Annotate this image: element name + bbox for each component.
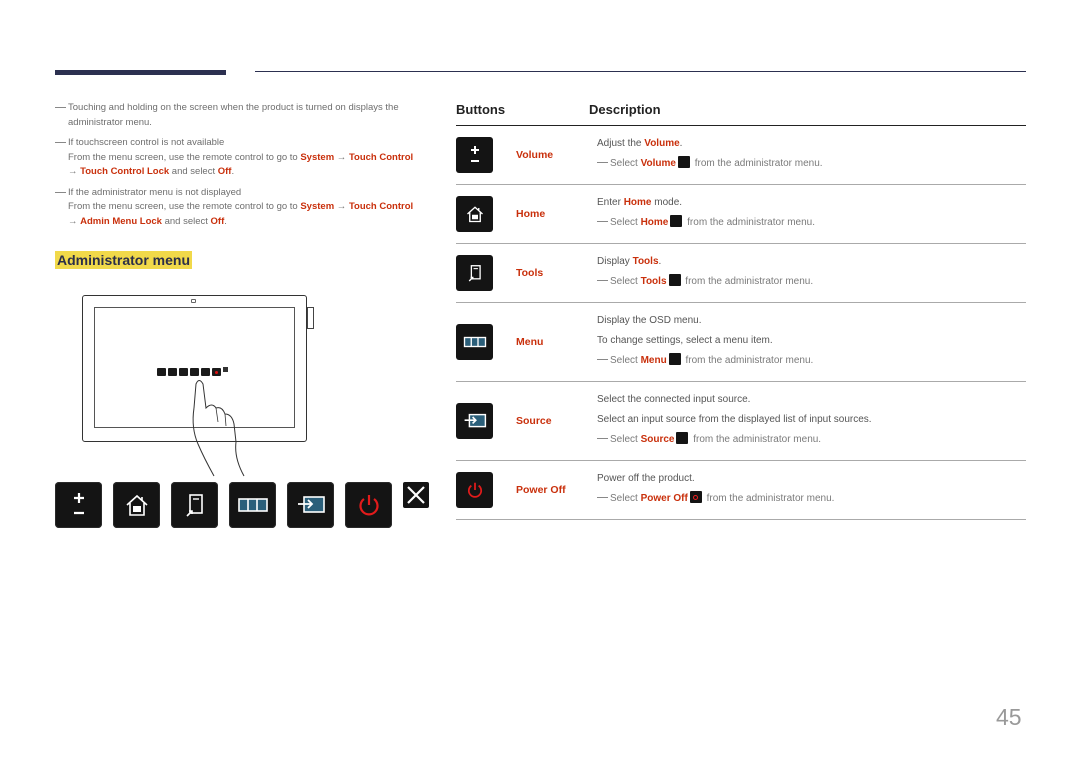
button-name: Menu (516, 336, 544, 348)
mini-tools-icon (179, 368, 188, 376)
note-dash (55, 191, 66, 193)
button-description: Enter Home mode. Select Home from the ad… (597, 197, 815, 228)
button-name: Home (516, 208, 546, 220)
hand-pointer-icon (192, 380, 245, 477)
mini-admin-menu (157, 367, 228, 376)
table-row: Volume Adjust the Volume. Select Volume … (456, 126, 1026, 185)
source-icon (456, 403, 493, 439)
section-title: Administrator menu (55, 251, 193, 269)
table-header: Buttons Description (456, 100, 1026, 126)
note-detail: From the menu screen, use the remote con… (68, 201, 414, 227)
tools-icon (456, 255, 493, 291)
menu-button[interactable] (229, 482, 276, 528)
button-description: Select the connected input source. Selec… (597, 394, 872, 445)
power-off-icon (456, 472, 493, 508)
menu-icon (456, 324, 493, 360)
table-row: Menu Display the OSD menu. To change set… (456, 303, 1026, 382)
table-row: Tools Display Tools. Select Tools from t… (456, 244, 1026, 303)
button-name: Volume (516, 149, 554, 161)
admin-menu-buttons (55, 482, 429, 528)
button-name: Source (516, 415, 552, 427)
power-off-button[interactable] (345, 482, 392, 528)
close-button[interactable] (403, 482, 429, 508)
buttons-table: Buttons Description Volume Adjust the Vo… (456, 100, 1026, 520)
camera-icon (191, 299, 196, 303)
table-row: Power Off Power off the product. Select … (456, 461, 1026, 520)
notes-list: Touching and holding on the screen when … (55, 101, 415, 235)
note-detail: From the menu screen, use the remote con… (68, 151, 414, 178)
close-icon (407, 486, 425, 504)
source-button[interactable] (287, 482, 334, 528)
source-icon (297, 496, 325, 513)
button-description: Power off the product. Select Power Off … (597, 473, 835, 504)
mini-volume-icon (157, 368, 166, 376)
page-number: 45 (996, 704, 1022, 730)
mini-source-icon (201, 368, 210, 376)
table-row: Source Select the connected input source… (456, 382, 1026, 461)
header-buttons: Buttons (456, 102, 506, 117)
volume-icon (73, 493, 84, 515)
button-name: Tools (516, 267, 544, 279)
note-item: Touching and holding on the screen when … (55, 101, 415, 130)
header-accent-bar (55, 70, 226, 75)
note-dash (55, 142, 66, 143)
button-name: Power Off (516, 484, 566, 496)
inline-home-icon (670, 215, 683, 227)
inline-menu-icon (668, 353, 681, 365)
volume-icon (456, 137, 493, 173)
tools-icon (185, 494, 203, 517)
home-button[interactable] (113, 482, 160, 528)
note-dash (55, 107, 66, 108)
inline-source-icon (676, 432, 689, 444)
home-icon (456, 196, 493, 232)
inline-power-off-icon (689, 491, 702, 503)
note-item: If touchscreen control is not available … (55, 136, 415, 180)
mini-home-icon (168, 368, 177, 376)
tools-button[interactable] (171, 482, 218, 528)
menu-icon (237, 498, 268, 512)
power-off-icon (358, 495, 379, 516)
header-rule (255, 71, 1026, 72)
table-row: Home Enter Home mode. Select Home from t… (456, 185, 1026, 244)
button-description: Display the OSD menu. To change settings… (597, 315, 814, 366)
header-description: Description (589, 102, 661, 117)
inline-tools-icon (668, 274, 681, 286)
button-description: Display Tools. Select Tools from the adm… (597, 256, 814, 287)
home-icon (125, 494, 148, 516)
mini-power-off-icon (212, 368, 221, 376)
button-description: Adjust the Volume. Select Volume from th… (597, 138, 823, 169)
inline-volume-icon (677, 156, 690, 168)
volume-button[interactable] (55, 482, 102, 528)
mini-close-icon (223, 367, 228, 372)
note-item: If the administrator menu is not display… (55, 186, 415, 230)
mini-menu-icon (190, 368, 199, 376)
side-logo-tab (307, 307, 314, 329)
